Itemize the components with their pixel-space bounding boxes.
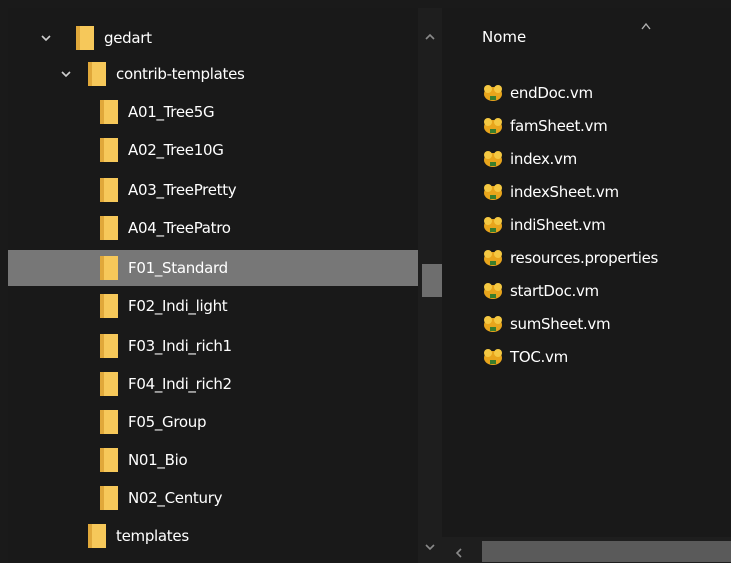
tree-item-f01-standard[interactable]: F01_Standard xyxy=(8,250,418,286)
velocity-file-icon xyxy=(482,281,504,301)
tree-item-gedart[interactable]: gedart xyxy=(8,20,418,56)
sort-ascending-icon xyxy=(640,16,652,30)
tree-item-label: N02_Century xyxy=(128,489,223,507)
file-list-pane: Nome endDoc.vm famSheet.vm index.vm inde… xyxy=(442,8,731,563)
folder-icon xyxy=(88,62,106,86)
tree-item-label: F01_Standard xyxy=(128,259,228,277)
scrollbar-thumb[interactable] xyxy=(482,541,731,562)
folder-icon xyxy=(100,410,118,434)
folder-icon xyxy=(100,100,118,124)
tree-item-a04-treepatro[interactable]: A04_TreePatro xyxy=(8,210,418,246)
tree-item-a02-tree10g[interactable]: A02_Tree10G xyxy=(8,132,418,168)
file-name: endDoc.vm xyxy=(510,84,593,102)
folder-icon xyxy=(100,334,118,358)
folder-icon xyxy=(100,138,118,162)
velocity-file-icon xyxy=(482,314,504,334)
scroll-left-arrow-icon[interactable] xyxy=(454,544,464,558)
file-name: startDoc.vm xyxy=(510,282,599,300)
file-item[interactable]: endDoc.vm xyxy=(482,78,593,108)
file-list-horizontal-scrollbar[interactable] xyxy=(442,537,731,563)
file-item[interactable]: indiSheet.vm xyxy=(482,210,606,240)
tree-item-n01-bio[interactable]: N01_Bio xyxy=(8,442,418,478)
column-header-name[interactable]: Nome xyxy=(482,28,526,46)
tree-item-label: F02_Indi_light xyxy=(128,297,228,315)
velocity-file-icon xyxy=(482,248,504,268)
velocity-file-icon xyxy=(482,215,504,235)
file-name: indiSheet.vm xyxy=(510,216,606,234)
tree-item-label: contrib-templates xyxy=(116,65,245,83)
tree-item-label: gedart xyxy=(104,29,152,47)
folder-icon xyxy=(100,256,118,280)
scrollbar-thumb[interactable] xyxy=(422,264,443,297)
file-item[interactable]: startDoc.vm xyxy=(482,276,599,306)
velocity-file-icon xyxy=(482,116,504,136)
scroll-down-arrow-icon[interactable] xyxy=(424,538,436,551)
chevron-down-icon[interactable] xyxy=(40,32,52,44)
tree-item-label: A04_TreePatro xyxy=(128,219,231,237)
navigation-tree: gedart contrib-templates A01_Tree5G A02_… xyxy=(8,8,443,563)
tree-item-label: F05_Group xyxy=(128,413,207,431)
folder-icon xyxy=(88,524,106,548)
chevron-down-icon[interactable] xyxy=(60,68,72,80)
tree-item-n02-century[interactable]: N02_Century xyxy=(8,480,418,516)
file-name: resources.properties xyxy=(510,249,659,267)
folder-icon xyxy=(100,178,118,202)
tree-item-f03-indi-rich1[interactable]: F03_Indi_rich1 xyxy=(8,328,418,364)
tree-item-f05-group[interactable]: F05_Group xyxy=(8,404,418,440)
tree-item-f04-indi-rich2[interactable]: F04_Indi_rich2 xyxy=(8,366,418,402)
velocity-file-icon xyxy=(482,182,504,202)
tree-vertical-scrollbar[interactable] xyxy=(418,8,443,563)
file-explorer-window: gedart contrib-templates A01_Tree5G A02_… xyxy=(8,8,731,563)
file-name: TOC.vm xyxy=(510,348,568,366)
file-name: index.vm xyxy=(510,150,577,168)
tree-item-label: A01_Tree5G xyxy=(128,103,215,121)
velocity-file-icon xyxy=(482,347,504,367)
tree-item-label: N01_Bio xyxy=(128,451,188,469)
folder-icon xyxy=(76,26,94,50)
folder-icon xyxy=(100,294,118,318)
tree-item-label: A03_TreePretty xyxy=(128,181,237,199)
tree-item-label: F04_Indi_rich2 xyxy=(128,375,232,393)
velocity-file-icon xyxy=(482,149,504,169)
folder-icon xyxy=(100,448,118,472)
file-item[interactable]: index.vm xyxy=(482,144,577,174)
tree-item-templates[interactable]: templates xyxy=(8,518,418,554)
tree-item-label: templates xyxy=(116,527,189,545)
velocity-file-icon xyxy=(482,83,504,103)
scroll-up-arrow-icon[interactable] xyxy=(424,28,436,40)
folder-icon xyxy=(100,372,118,396)
file-item[interactable]: indexSheet.vm xyxy=(482,177,619,207)
tree-item-f02-indi-light[interactable]: F02_Indi_light xyxy=(8,288,418,324)
file-item[interactable]: famSheet.vm xyxy=(482,111,608,141)
tree-item-label: A02_Tree10G xyxy=(128,141,224,159)
file-name: sumSheet.vm xyxy=(510,315,611,333)
file-item[interactable]: TOC.vm xyxy=(482,342,568,372)
tree-item-a01-tree5g[interactable]: A01_Tree5G xyxy=(8,94,418,130)
file-name: indexSheet.vm xyxy=(510,183,619,201)
tree-item-contrib-templates[interactable]: contrib-templates xyxy=(8,56,418,92)
folder-icon xyxy=(100,486,118,510)
folder-icon xyxy=(100,216,118,240)
file-item[interactable]: sumSheet.vm xyxy=(482,309,611,339)
file-name: famSheet.vm xyxy=(510,117,608,135)
file-item[interactable]: resources.properties xyxy=(482,243,658,273)
tree-item-a03-treepretty[interactable]: A03_TreePretty xyxy=(8,172,418,208)
tree-item-label: F03_Indi_rich1 xyxy=(128,337,232,355)
